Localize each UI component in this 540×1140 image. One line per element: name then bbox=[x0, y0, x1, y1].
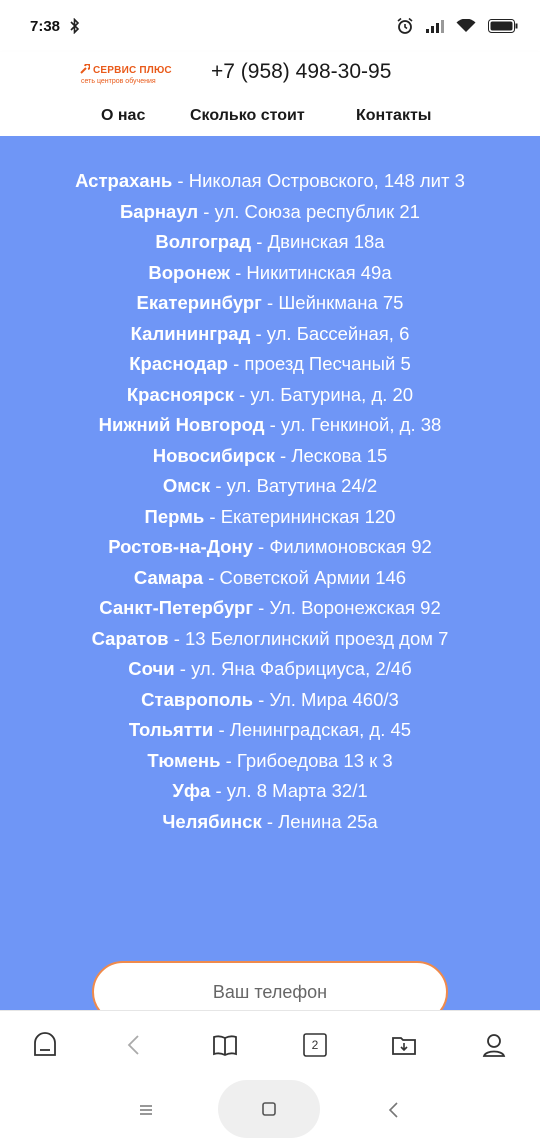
city-name: Воронеж bbox=[148, 261, 230, 283]
city-name: Ростов-на-Дону bbox=[108, 536, 253, 557]
city-name: Новосибирск bbox=[152, 444, 275, 466]
battery-icon bbox=[488, 19, 518, 33]
city-name: Омск bbox=[162, 475, 211, 496]
bluetooth-icon bbox=[70, 18, 80, 34]
list-item: Ставрополь - Ул. Мира 460/3 bbox=[141, 688, 399, 710]
nav-pricing[interactable]: Сколько стоит bbox=[190, 107, 305, 125]
downloads-icon[interactable] bbox=[388, 1029, 420, 1061]
city-name: Пермь bbox=[144, 505, 205, 527]
system-navigation-bar bbox=[0, 1080, 540, 1140]
header-phone[interactable]: +7 (958) 498-30-95 bbox=[211, 60, 391, 84]
city-address: Советской Армии 146 bbox=[219, 566, 407, 588]
city-name: Краснодар bbox=[129, 353, 228, 374]
city-address: Ул. Воронежская 92 bbox=[269, 597, 441, 618]
nav-about[interactable]: О нас bbox=[101, 107, 145, 125]
city-address: ул. Союза республик 21 bbox=[214, 200, 420, 222]
list-item: Екатеринбург - Шейнкмана 75 bbox=[136, 292, 404, 313]
city-address: ул. Ватутина 24/2 bbox=[226, 475, 378, 496]
city-address: проезд Песчаный 5 bbox=[244, 353, 411, 374]
list-item: Тюмень - Грибоедова 13 к 3 bbox=[147, 749, 393, 771]
city-address: Шейнкмана 75 bbox=[278, 292, 404, 313]
city-name: Красноярск bbox=[126, 383, 234, 405]
list-item: Саратов - 13 Белоглинский проезд дом 7 bbox=[91, 627, 449, 649]
city-name: Ставрополь bbox=[141, 688, 253, 710]
logo[interactable]: СЕРВИС ПЛЮС сеть центров обучения bbox=[80, 63, 172, 92]
list-item: Краснодар - проезд Песчаный 5 bbox=[129, 353, 411, 374]
city-address: 13 Белоглинский проезд дом 7 bbox=[185, 627, 449, 649]
list-item: Астрахань - Николая Островского, 148 лит… bbox=[75, 170, 465, 191]
square-icon bbox=[262, 1102, 276, 1116]
list-item: Барнаул - ул. Союза республик 21 bbox=[120, 200, 420, 222]
list-item: Красноярск - ул. Батурина, д. 20 bbox=[126, 383, 414, 405]
city-address-list: Астрахань - Николая Островского, 148 лит… bbox=[70, 166, 470, 837]
wrench-icon bbox=[80, 63, 91, 77]
home-icon[interactable] bbox=[29, 1029, 61, 1061]
list-item: Тольятти - Ленинградская, д. 45 bbox=[128, 719, 412, 740]
system-back-icon[interactable] bbox=[386, 1100, 402, 1125]
list-item: Ростов-на-Дону - Филимоновская 92 bbox=[108, 536, 432, 557]
city-name: Астрахань bbox=[75, 170, 173, 191]
list-item: Пермь - Екатерининская 120 bbox=[144, 505, 396, 527]
list-item: Омск - ул. Ватутина 24/2 bbox=[162, 475, 378, 496]
list-item: Санкт-Петербург - Ул. Воронежская 92 bbox=[99, 597, 441, 618]
city-address: ул. Генкиной, д. 38 bbox=[280, 414, 442, 435]
wifi-icon bbox=[456, 19, 476, 33]
city-name: Тюмень bbox=[147, 749, 221, 771]
city-name: Самара bbox=[133, 566, 204, 588]
status-time: 7:38 bbox=[30, 17, 61, 35]
city-address: Ленина 25а bbox=[278, 810, 378, 832]
city-name: Тольятти bbox=[128, 719, 214, 740]
logo-subtitle: сеть центров обучения bbox=[81, 78, 156, 85]
city-name: Нижний Новгород bbox=[98, 414, 265, 435]
list-item: Челябинск - Ленина 25а bbox=[162, 810, 378, 832]
list-item: Сочи - ул. Яна Фабрициуса, 2/4б bbox=[128, 658, 412, 679]
browser-toolbar: 2 bbox=[0, 1010, 540, 1081]
city-name: Санкт-Петербург bbox=[99, 597, 254, 618]
tabs-count: 2 bbox=[311, 1038, 319, 1052]
main-nav: О нас Сколько стоит Контакты bbox=[0, 104, 540, 134]
city-address: Ул. Мира 460/3 bbox=[269, 688, 399, 710]
list-item: Самара - Советской Армии 146 bbox=[133, 566, 407, 588]
signal-icon bbox=[426, 19, 444, 33]
list-item: Волгоград - Двинская 18а bbox=[155, 231, 385, 252]
city-address: Екатерининская 120 bbox=[220, 505, 396, 527]
city-name: Екатеринбург bbox=[136, 292, 262, 313]
list-item: Калининград - ул. Бассейная, 6 bbox=[130, 322, 410, 344]
city-name: Сочи bbox=[128, 658, 175, 679]
status-bar: 7:38 bbox=[0, 0, 540, 52]
city-address: Никитинская 49а bbox=[246, 261, 392, 283]
recent-apps-icon[interactable] bbox=[138, 1102, 154, 1123]
bookmarks-icon[interactable] bbox=[209, 1029, 241, 1061]
addresses-section: Астрахань - Николая Островского, 148 лит… bbox=[0, 136, 540, 1010]
list-item: Уфа - ул. 8 Марта 32/1 bbox=[172, 780, 368, 801]
nav-contacts[interactable]: Контакты bbox=[356, 107, 431, 125]
city-address: ул. Бассейная, 6 bbox=[266, 322, 410, 344]
city-name: Волгоград bbox=[155, 231, 252, 252]
home-button[interactable] bbox=[218, 1080, 320, 1138]
city-address: Лескова 15 bbox=[291, 444, 388, 466]
alarm-icon bbox=[396, 17, 414, 35]
tabs-button[interactable]: 2 bbox=[299, 1029, 331, 1061]
profile-icon[interactable] bbox=[478, 1029, 510, 1061]
city-name: Уфа bbox=[172, 780, 211, 801]
phone-input[interactable] bbox=[92, 961, 448, 1010]
site-header: СЕРВИС ПЛЮС сеть центров обучения +7 (95… bbox=[0, 52, 540, 136]
city-name: Барнаул bbox=[120, 200, 199, 222]
list-item: Воронеж - Никитинская 49а bbox=[148, 261, 392, 283]
city-name: Челябинск bbox=[162, 810, 262, 832]
city-name: Саратов bbox=[91, 627, 169, 649]
logo-title: СЕРВИС ПЛЮС bbox=[93, 65, 172, 76]
city-address: ул. 8 Марта 32/1 bbox=[226, 780, 368, 801]
city-address: Ленинградская, д. 45 bbox=[229, 719, 412, 740]
city-name: Калининград bbox=[130, 322, 251, 344]
city-address: ул. Яна Фабрициуса, 2/4б bbox=[191, 658, 412, 679]
list-item: Нижний Новгород - ул. Генкиной, д. 38 bbox=[98, 414, 442, 435]
city-address: ул. Батурина, д. 20 bbox=[250, 383, 414, 405]
back-icon[interactable] bbox=[118, 1029, 150, 1061]
city-address: Грибоедова 13 к 3 bbox=[236, 749, 393, 771]
city-address: Двинская 18а bbox=[267, 231, 385, 252]
city-address: Николая Островского, 148 лит 3 bbox=[188, 170, 465, 191]
list-item: Новосибирск - Лескова 15 bbox=[152, 444, 388, 466]
city-address: Филимоновская 92 bbox=[269, 536, 432, 557]
